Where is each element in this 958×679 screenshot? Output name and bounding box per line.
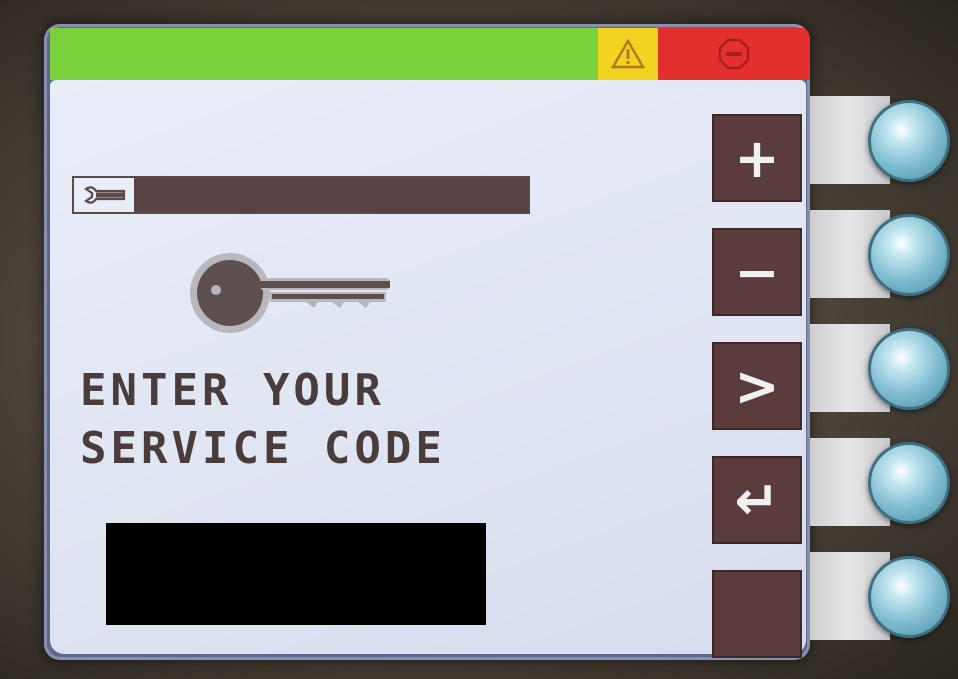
lcd-screen: ENTER YOUR SERVICE CODE + − > ↵ bbox=[50, 80, 806, 658]
enter-button[interactable]: ↵ bbox=[712, 456, 802, 544]
status-warning-indicator bbox=[598, 28, 658, 80]
wrench-icon bbox=[84, 186, 126, 204]
hardware-button-minus[interactable] bbox=[868, 214, 950, 296]
progress-bar bbox=[72, 176, 530, 214]
prompt-line-2: SERVICE CODE bbox=[80, 423, 446, 474]
hardware-button-enter[interactable] bbox=[868, 442, 950, 524]
hardware-button-blank[interactable] bbox=[868, 556, 950, 638]
blank-softkey[interactable] bbox=[712, 570, 802, 658]
progress-icon-box bbox=[74, 178, 134, 212]
plus-button[interactable]: + bbox=[712, 114, 802, 202]
stop-sign-icon bbox=[718, 38, 750, 70]
hardware-button-plus[interactable] bbox=[868, 100, 950, 182]
next-button[interactable]: > bbox=[712, 342, 802, 430]
hardware-button-next[interactable] bbox=[868, 328, 950, 410]
key-icon bbox=[190, 253, 390, 333]
status-bar bbox=[50, 28, 810, 80]
service-code-input[interactable] bbox=[106, 523, 486, 625]
prompt-line-1: ENTER YOUR bbox=[80, 365, 385, 416]
status-ok-indicator bbox=[50, 28, 598, 80]
prompt-text: ENTER YOUR SERVICE CODE bbox=[80, 362, 550, 478]
warning-triangle-icon bbox=[611, 39, 645, 69]
minus-button[interactable]: − bbox=[712, 228, 802, 316]
status-fault-indicator bbox=[658, 28, 810, 80]
display-panel: ENTER YOUR SERVICE CODE + − > ↵ bbox=[44, 24, 810, 660]
progress-bar-fill bbox=[134, 178, 528, 212]
